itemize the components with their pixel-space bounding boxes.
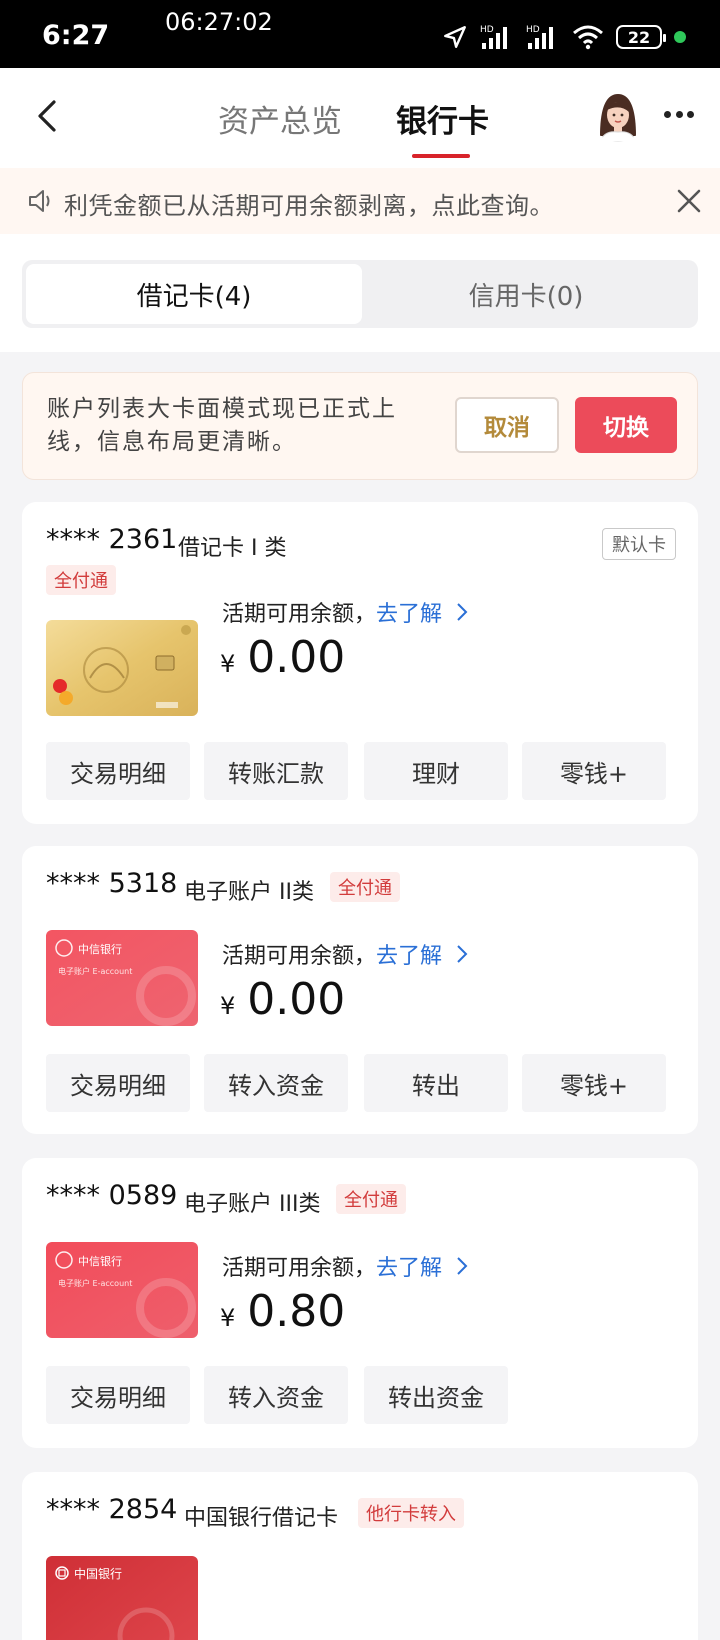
learn-more-link[interactable]: 去了解 (376, 1256, 442, 1281)
account-number: **** 2854 (46, 1494, 178, 1525)
segment-credit-card[interactable]: 信用卡(0) (358, 264, 694, 324)
account-type: 电子账户 II类 (184, 880, 314, 905)
transfer-button[interactable]: 转账汇款 (204, 742, 348, 800)
chevron-right-icon (457, 1257, 468, 1275)
account-card[interactable]: **** 0589 电子账户 III类 全付通 中信银行 电子账户 E-acco… (22, 1158, 698, 1448)
signal-hd-icon: HD (480, 25, 507, 49)
card-thumbnail-boc: 中国银行 (46, 1556, 198, 1640)
quanfutong-tag: 全付通 (336, 1184, 406, 1214)
tab-assets-overview[interactable]: 资产总览 (218, 96, 342, 141)
battery-level: 22 (627, 27, 651, 47)
quanfutong-tag: 全付通 (46, 565, 116, 595)
card-type-segmented-control: 借记卡(4) 信用卡(0) (22, 260, 698, 328)
card-thumbnail-gold (46, 620, 198, 716)
account-number: **** 2361 (46, 524, 178, 555)
citic-card-face: 中信银行 电子账户 E-account (46, 930, 198, 1026)
battery-icon: 22 (616, 25, 666, 49)
chevron-right-icon (457, 603, 468, 621)
header: 资产总览 银行卡 (0, 68, 720, 168)
status-icons: HD HD 22 (442, 22, 686, 52)
change-plus-button[interactable]: 零钱+ (522, 1054, 666, 1112)
gold-card-face (46, 620, 198, 716)
svg-text:HD: HD (526, 25, 540, 35)
large-card-mode-promo: 账户列表大卡面模式现已正式上线，信息布局更清晰。 取消 切换 (22, 372, 698, 480)
privacy-indicator-icon (674, 31, 686, 43)
assistant-avatar[interactable] (590, 86, 646, 142)
more-icon[interactable] (664, 108, 694, 120)
card-thumbnail-citic-e-account: 中信银行 电子账户 E-account (46, 1242, 198, 1338)
tab-bank-card[interactable]: 银行卡 (396, 96, 489, 141)
balance-label: 活期可用余额，去了解 (222, 944, 443, 969)
switch-button[interactable]: 切换 (575, 397, 677, 453)
account-number: **** 0589 (46, 1180, 178, 1211)
back-icon[interactable] (28, 96, 68, 136)
status-time: 6:27 (42, 20, 110, 51)
svg-text:HD: HD (480, 25, 494, 35)
wealth-management-button[interactable]: 理财 (364, 742, 508, 800)
default-card-badge: 默认卡 (602, 528, 676, 560)
tab-underline (412, 154, 470, 158)
wifi-icon (573, 25, 603, 50)
card-type-band: 借记卡(4) 信用卡(0) (0, 234, 720, 352)
account-number: **** 5318 (46, 868, 178, 899)
balance-label: 活期可用余额，去了解 (222, 602, 443, 627)
cancel-button[interactable]: 取消 (455, 397, 559, 453)
currency-symbol: ¥ (220, 1304, 236, 1332)
account-card[interactable]: **** 2854 中国银行借记卡 他行卡转入 中国银行 (22, 1472, 698, 1640)
speaker-icon (29, 190, 50, 212)
change-plus-button[interactable]: 零钱+ (522, 742, 666, 800)
account-card[interactable]: **** 2361 借记卡 I 类 默认卡 全付通 活期可用余额，去了解 ¥0.… (22, 502, 698, 824)
status-bar: 6:27 06:27:02 HD HD 22 (0, 0, 720, 68)
close-icon[interactable] (676, 188, 702, 214)
balance-amount: ¥0.00 (220, 974, 346, 1025)
chevron-right-icon (457, 945, 468, 963)
signal-hd-icon: HD (526, 25, 553, 49)
boc-card-face: 中国银行 (46, 1556, 198, 1640)
learn-more-link[interactable]: 去了解 (376, 944, 442, 969)
balance-label: 活期可用余额，去了解 (222, 1256, 443, 1281)
account-type: 中国银行借记卡 (184, 1506, 339, 1531)
promo-text: 账户列表大卡面模式现已正式上线，信息布局更清晰。 (47, 396, 397, 455)
transfer-out-button[interactable]: 转出资金 (364, 1366, 508, 1424)
status-clock: 06:27:02 (165, 8, 273, 36)
citic-card-face: 中信银行 电子账户 E-account (46, 1242, 198, 1338)
balance-amount: ¥0.00 (220, 632, 346, 683)
transfer-out-button[interactable]: 转出 (364, 1054, 508, 1112)
quanfutong-tag: 全付通 (330, 872, 400, 902)
svg-text:中国银行: 中国银行 (74, 1566, 122, 1581)
transaction-details-button[interactable]: 交易明细 (46, 1054, 190, 1112)
transaction-details-button[interactable]: 交易明细 (46, 742, 190, 800)
currency-symbol: ¥ (220, 992, 236, 1020)
learn-more-link[interactable]: 去了解 (376, 602, 442, 627)
transfer-in-button[interactable]: 转入资金 (204, 1366, 348, 1424)
account-type: 借记卡 I 类 (178, 536, 287, 561)
notice-bar[interactable]: 利凭金额已从活期可用余额剥离，点此查询。 (0, 168, 720, 234)
notice-text: 利凭金额已从活期可用余额剥离，点此查询。 (64, 192, 554, 220)
card-thumbnail-citic-e-account: 中信银行 电子账户 E-account (46, 930, 198, 1026)
svg-text:中信银行: 中信银行 (78, 942, 122, 956)
currency-symbol: ¥ (220, 650, 236, 678)
assistant-avatar-icon (590, 86, 646, 142)
account-card[interactable]: **** 5318 电子账户 II类 全付通 中信银行 电子账户 E-accou… (22, 846, 698, 1134)
svg-text:中信银行: 中信银行 (78, 1254, 122, 1268)
location-icon (444, 26, 466, 48)
transfer-in-button[interactable]: 转入资金 (204, 1054, 348, 1112)
balance-amount: ¥0.80 (220, 1286, 346, 1337)
svg-text:电子账户 E-account: 电子账户 E-account (58, 1278, 132, 1288)
svg-text:电子账户 E-account: 电子账户 E-account (58, 966, 132, 976)
segment-debit-card[interactable]: 借记卡(4) (26, 264, 362, 324)
transaction-details-button[interactable]: 交易明细 (46, 1366, 190, 1424)
account-type: 电子账户 III类 (184, 1192, 321, 1217)
other-bank-transfer-tag: 他行卡转入 (358, 1498, 464, 1528)
